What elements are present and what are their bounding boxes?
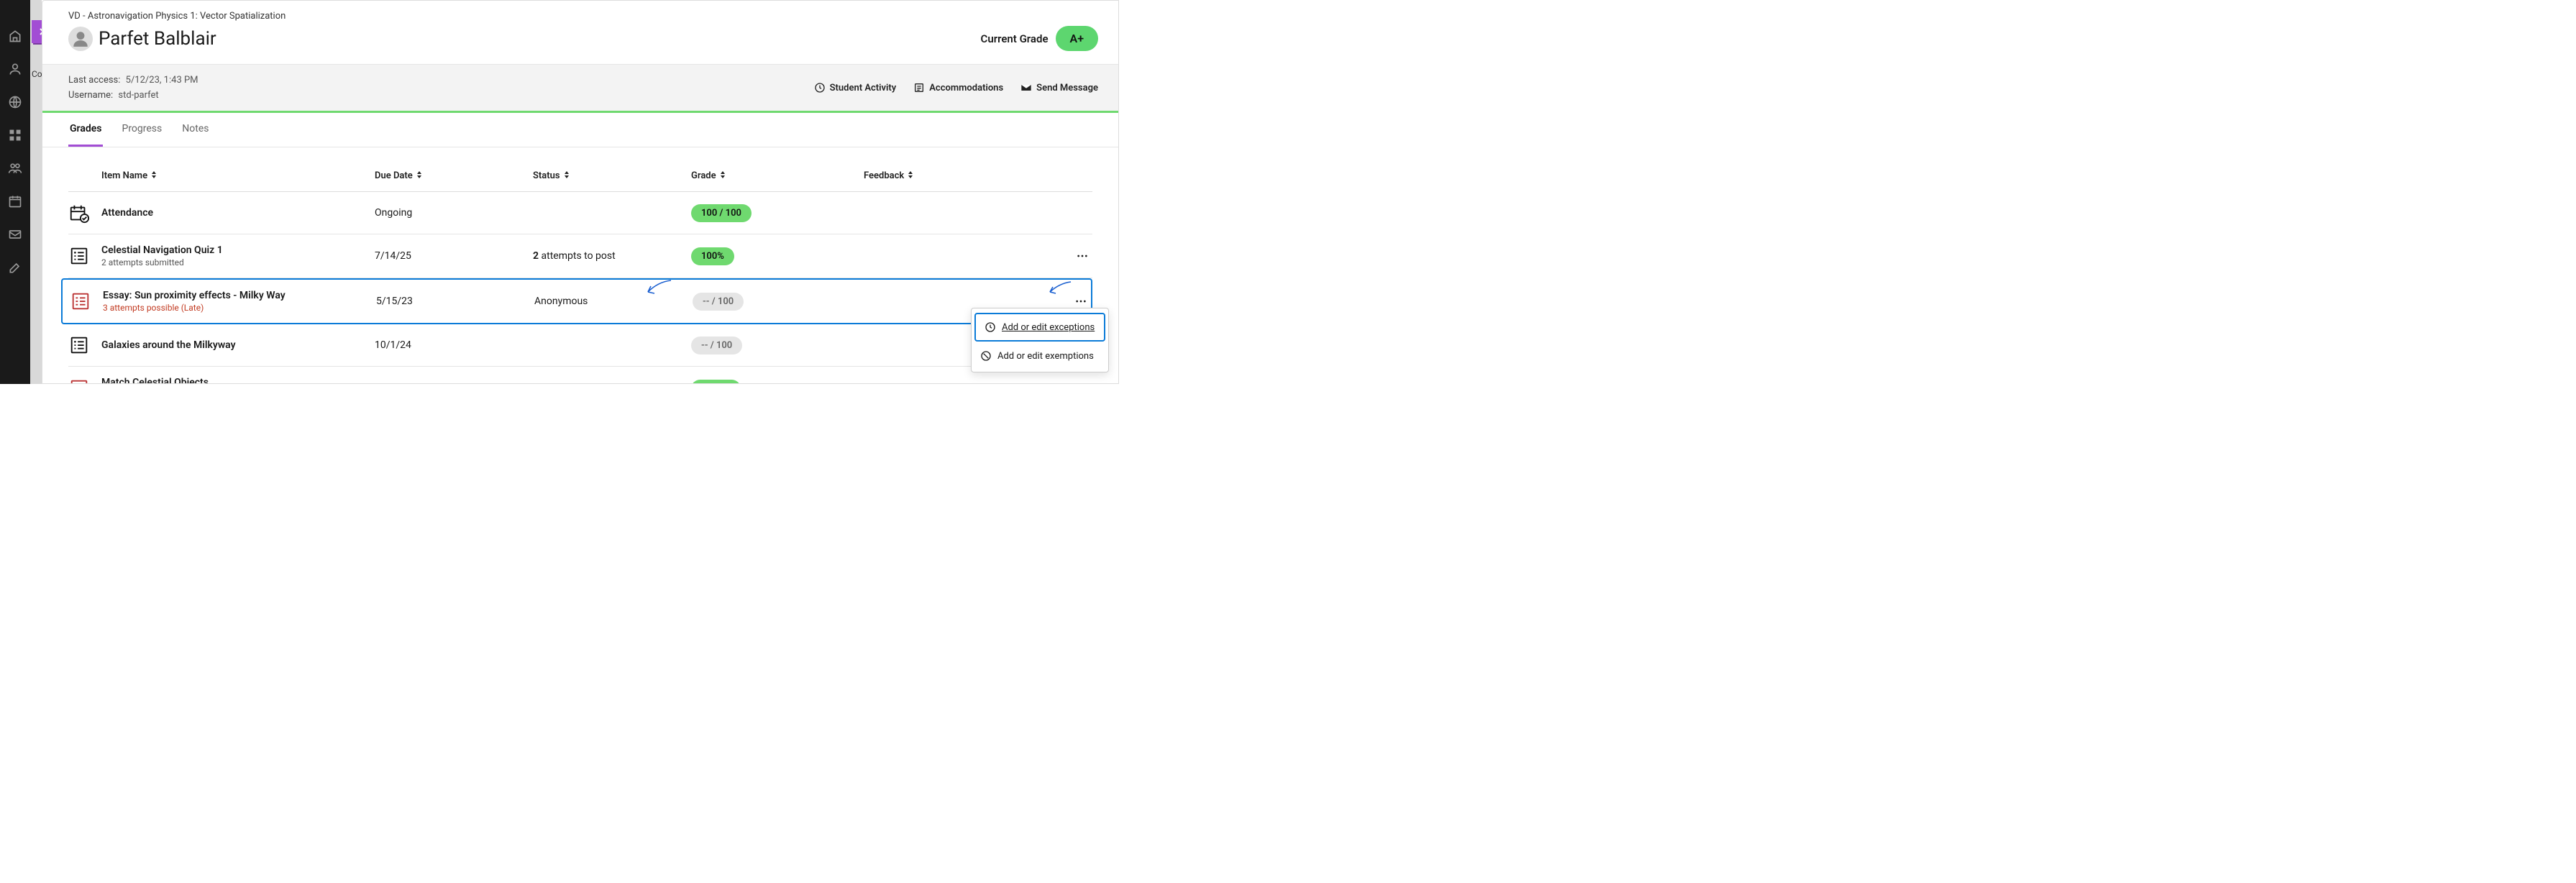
table-row[interactable]: Essay: Sun proximity effects - Milky Way… (61, 278, 1092, 324)
sort-icon (907, 170, 914, 181)
item-name: Celestial Navigation Quiz 1 (101, 244, 375, 256)
item-subtext: 2 attempts submitted (101, 257, 375, 267)
avatar (68, 27, 93, 51)
attendance-icon (68, 202, 90, 224)
col-item[interactable]: Item Name (101, 170, 375, 181)
send-message-link[interactable]: Send Message (1020, 82, 1098, 93)
current-grade-label: Current Grade (981, 32, 1049, 45)
last-access: Last access: 5/12/23, 1:43 PM (68, 75, 198, 86)
panel-header: VD - Astronavigation Physics 1: Vector S… (42, 1, 1118, 65)
col-due[interactable]: Due Date (375, 170, 533, 181)
more-button[interactable] (1072, 381, 1092, 383)
tab-grades[interactable]: Grades (68, 113, 103, 147)
tab-notes[interactable]: Notes (181, 113, 210, 147)
student-name: Parfet Balblair (99, 28, 216, 50)
dashboard-icon[interactable] (8, 128, 22, 142)
username: Username: std-parfet (68, 90, 198, 101)
row-actions-menu: Add or edit exceptions Add or edit exemp… (971, 308, 1109, 372)
due-date: 5/15/23 (376, 296, 534, 307)
current-grade-pill: A+ (1056, 26, 1098, 51)
grade-cell: -- / 100 (693, 293, 865, 311)
background-label: Co (32, 69, 42, 79)
more-button[interactable] (1072, 249, 1092, 263)
student-detail-panel: VD - Astronavigation Physics 1: Vector S… (42, 0, 1119, 384)
due-date: 7/14/25 (375, 250, 533, 262)
essay-icon (68, 378, 90, 383)
accommodations-link[interactable]: Accommodations (913, 82, 1003, 93)
calendar-icon[interactable] (8, 194, 22, 209)
sort-icon (719, 170, 726, 181)
grade-cell: -- / 100 (691, 337, 864, 354)
more-button[interactable] (1071, 294, 1091, 308)
grades-table: Item Name Due Date Status Grade Feedback… (42, 147, 1118, 383)
due-date: Ongoing (375, 207, 533, 219)
quiz-icon (68, 334, 90, 356)
grade-cell: 100% (691, 247, 864, 265)
nav-rail (0, 0, 30, 384)
grade-cell: 20 / 20 (691, 380, 864, 384)
col-feedback[interactable]: Feedback (864, 170, 1049, 181)
groups-icon[interactable] (8, 161, 22, 175)
globe-icon[interactable] (8, 95, 22, 109)
status: 2 attempts to post (533, 250, 691, 262)
tab-progress[interactable]: Progress (120, 113, 163, 147)
background-strip (30, 0, 42, 384)
menu-add-exemptions[interactable]: Add or edit exemptions (972, 343, 1108, 369)
grade-cell: 100 / 100 (691, 204, 864, 222)
student-activity-link[interactable]: Student Activity (814, 82, 897, 93)
table-row[interactable]: Match Celestial Objects 3 attempts submi… (68, 367, 1092, 383)
sort-icon (416, 170, 423, 181)
table-row[interactable]: Attendance Ongoing 100 / 100 (68, 192, 1092, 234)
status: Anonymous (534, 296, 693, 307)
info-bar: Last access: 5/12/23, 1:43 PM Username: … (42, 65, 1118, 113)
due-date: 10/1/24 (375, 339, 533, 351)
compose-icon[interactable] (8, 260, 22, 275)
course-title: VD - Astronavigation Physics 1: Vector S… (68, 11, 1098, 22)
item-name: Match Celestial Objects (101, 377, 375, 383)
institution-icon[interactable] (8, 29, 22, 43)
sort-icon (563, 170, 570, 181)
table-row[interactable]: Galaxies around the Milkyway 10/1/24 -- … (68, 324, 1092, 367)
mail-icon[interactable] (8, 227, 22, 242)
col-status[interactable]: Status (533, 170, 691, 181)
menu-add-exceptions[interactable]: Add or edit exceptions (974, 313, 1105, 342)
essay-icon (70, 290, 91, 312)
tabs: Grades Progress Notes (42, 113, 1118, 147)
sort-icon (150, 170, 157, 181)
quiz-icon (68, 245, 90, 267)
table-header: Item Name Due Date Status Grade Feedback (68, 160, 1092, 192)
item-name: Galaxies around the Milkyway (101, 339, 375, 351)
item-subtext: 3 attempts possible (Late) (103, 303, 376, 313)
item-name: Essay: Sun proximity effects - Milky Way (103, 290, 376, 301)
user-icon[interactable] (8, 62, 22, 76)
item-name: Attendance (101, 207, 375, 219)
table-row[interactable]: Celestial Navigation Quiz 1 2 attempts s… (68, 234, 1092, 278)
col-grade[interactable]: Grade (691, 170, 864, 181)
